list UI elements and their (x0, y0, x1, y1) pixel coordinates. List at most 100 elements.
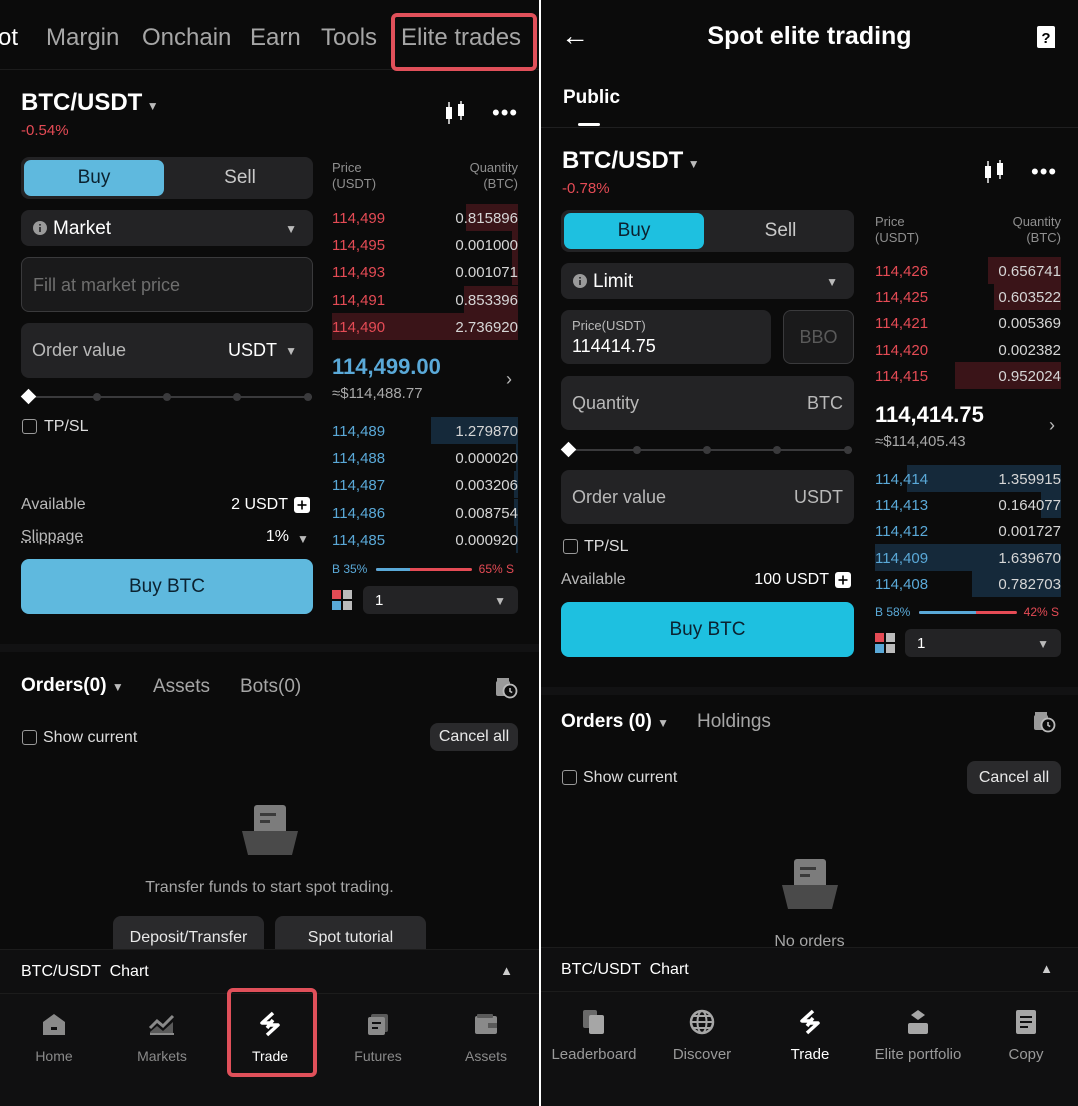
ask-row[interactable]: 114,425 0.603522 (875, 283, 1061, 311)
bid-row[interactable]: 114,485 0.000920 (332, 525, 518, 553)
show-current-checkbox[interactable] (22, 730, 37, 745)
order-history-icon[interactable] (494, 675, 518, 699)
tab-tools[interactable]: Tools (321, 24, 377, 52)
order-type-select[interactable]: Limit ▼ (561, 263, 854, 299)
chevron-down-icon: ▼ (111, 680, 124, 694)
chart-bar[interactable]: BTC/USDT Chart ▲ (541, 947, 1078, 991)
bid-row[interactable]: 114,488 0.000020 (332, 444, 518, 472)
ask-row[interactable]: 114,495 0.001000 (332, 231, 518, 259)
tab-spot[interactable]: ot (0, 24, 18, 52)
cancel-all-button[interactable]: Cancel all (430, 723, 518, 751)
ask-row[interactable]: 114,490 2.736920 (332, 312, 518, 340)
depth-step-select[interactable]: 1 ▼ (363, 586, 518, 614)
nav-elite-portfolio[interactable]: Elite portfolio (865, 992, 971, 1106)
sell-tab[interactable]: Sell (707, 210, 854, 252)
candlestick-chart-icon[interactable] (443, 100, 467, 126)
chevron-up-icon[interactable]: ▲ (500, 963, 513, 978)
more-menu-icon[interactable]: ••• (492, 100, 518, 126)
bid-price: 114,408 (875, 575, 929, 593)
ratio-bar (919, 611, 1017, 614)
add-funds-icon[interactable] (835, 572, 851, 588)
bid-price: 114,485 (332, 531, 386, 549)
book-layout-icon[interactable] (875, 633, 895, 653)
pair-selector[interactable]: BTC/USDT ▼ (562, 147, 700, 175)
tab-earn[interactable]: Earn (250, 24, 301, 52)
chart-bar[interactable]: BTC/USDT Chart ▲ (0, 949, 539, 993)
nav-assets[interactable]: Assets (441, 994, 531, 1106)
show-current-checkbox[interactable] (562, 770, 577, 785)
ask-row[interactable]: 114,491 0.853396 (332, 285, 518, 313)
orders-tab[interactable]: Orders(0) ▼ (21, 675, 124, 697)
bid-row[interactable]: 114,408 0.782703 (875, 569, 1061, 597)
candlestick-chart-icon[interactable] (982, 159, 1006, 185)
quantity-input[interactable]: Quantity BTC (561, 376, 854, 430)
ask-row[interactable]: 114,415 0.952024 (875, 361, 1061, 389)
chevron-up-icon[interactable]: ▲ (1040, 961, 1053, 976)
side-toggle: Buy Sell (21, 157, 313, 199)
ask-row[interactable]: 114,426 0.656741 (875, 257, 1061, 284)
price-change: -0.78% (562, 180, 610, 197)
nav-leaderboard[interactable]: Leaderboard (541, 992, 647, 1106)
nav-discover[interactable]: Discover (649, 992, 755, 1106)
book-layout-icon[interactable] (332, 590, 352, 610)
buy-tab[interactable]: Buy (24, 160, 164, 196)
tab-public[interactable]: Public (563, 87, 620, 109)
bid-quantity: 0.164077 (998, 497, 1061, 515)
last-price[interactable]: 114,414.75 (875, 402, 984, 428)
pair-selector[interactable]: BTC/USDT ▼ (21, 89, 159, 117)
slider-handle[interactable] (20, 388, 37, 405)
chevron-right-icon[interactable]: › (506, 369, 512, 390)
nav-copy[interactable]: Copy (973, 992, 1078, 1106)
nav-home[interactable]: Home (9, 994, 99, 1106)
bid-row[interactable]: 114,489 1.279870 (332, 417, 518, 444)
bots-tab[interactable]: Bots(0) (240, 676, 301, 698)
buy-tab[interactable]: Buy (564, 213, 704, 249)
order-type-select[interactable]: Market ▼ (21, 210, 313, 246)
more-menu-icon[interactable]: ••• (1031, 159, 1057, 185)
bid-row[interactable]: 114,414 1.359915 (875, 465, 1061, 492)
tab-onchain[interactable]: Onchain (142, 24, 231, 52)
tpsl-checkbox[interactable] (22, 419, 37, 434)
ask-quantity: 0.853396 (455, 291, 518, 309)
buy-btc-button[interactable]: Buy BTC (21, 559, 313, 614)
bid-row[interactable]: 114,412 0.001727 (875, 517, 1061, 544)
bid-row[interactable]: 114,487 0.003206 (332, 471, 518, 499)
market-price-input[interactable]: Fill at market price (21, 257, 313, 312)
assets-tab[interactable]: Assets (153, 676, 210, 698)
nav-markets[interactable]: Markets (117, 994, 207, 1106)
ask-row[interactable]: 114,493 0.001071 (332, 258, 518, 286)
slider-handle[interactable] (560, 441, 577, 458)
help-document-icon[interactable]: ? (1035, 25, 1057, 49)
depth-step-select[interactable]: 1 ▼ (905, 629, 1061, 657)
chevron-right-icon[interactable]: › (1049, 415, 1055, 436)
order-value-input[interactable]: Order value USDT ▼ (21, 323, 313, 378)
slippage-value[interactable]: 1% (266, 528, 289, 546)
nav-trade[interactable]: Trade (757, 992, 863, 1106)
price-input[interactable]: Price(USDT) 114414.75 (561, 310, 771, 364)
nav-futures[interactable]: Futures (333, 994, 423, 1106)
bid-row[interactable]: 114,413 0.164077 (875, 491, 1061, 519)
amount-slider[interactable] (20, 388, 312, 405)
order-value-unit[interactable]: USDT (228, 340, 277, 361)
last-price[interactable]: 114,499.00 (332, 354, 441, 380)
amount-slider[interactable] (560, 441, 852, 458)
tab-margin[interactable]: Margin (46, 24, 119, 52)
order-value-input[interactable]: Order value USDT (561, 470, 854, 524)
ask-row[interactable]: 114,499 0.815896 (332, 204, 518, 231)
nav-markets-label: Markets (137, 1048, 187, 1064)
sell-tab[interactable]: Sell (167, 157, 313, 199)
buy-btc-button[interactable]: Buy BTC (561, 602, 854, 657)
bid-row[interactable]: 114,486 0.008754 (332, 498, 518, 526)
bid-row[interactable]: 114,409 1.639670 (875, 543, 1061, 571)
page-title: Spot elite trading (707, 22, 912, 50)
cancel-all-button[interactable]: Cancel all (967, 761, 1061, 794)
tpsl-checkbox[interactable] (563, 539, 578, 554)
ask-row[interactable]: 114,421 0.005369 (875, 309, 1061, 336)
orders-tab[interactable]: Orders (0) ▼ (561, 711, 669, 733)
bbo-button[interactable]: BBO (783, 310, 854, 364)
order-history-icon[interactable] (1032, 709, 1056, 733)
add-funds-icon[interactable] (294, 497, 310, 513)
ask-row[interactable]: 114,420 0.002382 (875, 336, 1061, 363)
holdings-tab[interactable]: Holdings (697, 711, 771, 733)
wallet-icon (473, 1010, 499, 1038)
